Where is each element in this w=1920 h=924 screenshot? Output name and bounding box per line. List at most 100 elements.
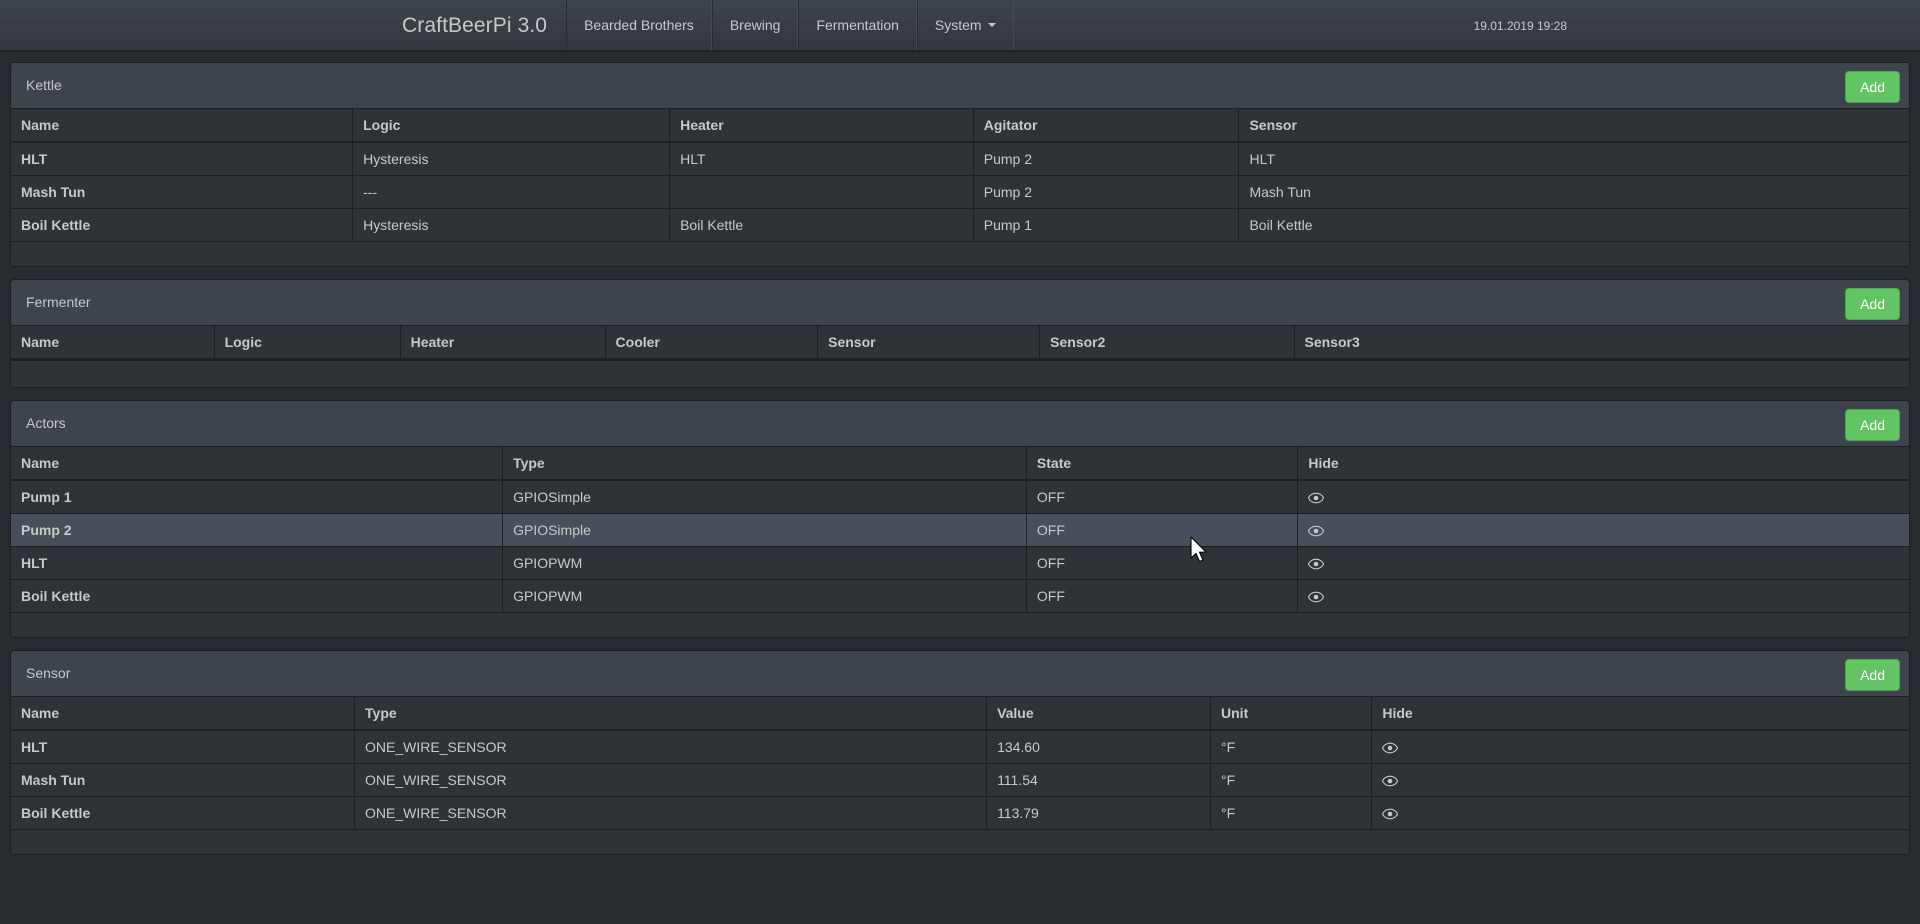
nav-item-label: Brewing (729, 17, 781, 33)
table-row[interactable]: HLT Hysteresis HLT Pump 2 HLT (11, 141, 1909, 176)
top-navbar: CraftBeerPi 3.0 Bearded Brothers Brewing F… (0, 0, 1920, 51)
cell-value: 113.79 (986, 796, 1211, 829)
eye-icon[interactable] (1308, 558, 1325, 570)
cell-name: HLT (11, 546, 503, 580)
table-row[interactable]: Pump 2 GPIOSimple OFF (11, 513, 1909, 547)
eye-icon[interactable] (1308, 591, 1325, 603)
cell-name: Pump 2 (11, 513, 503, 547)
panel-title: Actors (26, 415, 66, 431)
brand-link[interactable]: CraftBeerPi 3.0 (383, 0, 566, 50)
nav-item-fermentation[interactable]: Fermentation (798, 0, 917, 50)
eye-icon[interactable] (1382, 742, 1399, 754)
cell-heater (669, 175, 974, 209)
column-header-name: Name (11, 447, 503, 481)
nav-item-system[interactable]: System (916, 0, 1014, 50)
cell-name: Boil Kettle (11, 796, 355, 829)
hide-toggle-cell[interactable] (1371, 729, 1909, 764)
column-header-type: Type (354, 697, 987, 731)
cell-type: ONE_WIRE_SENSOR (354, 729, 987, 764)
panel-footer (11, 829, 1909, 854)
cell-type: ONE_WIRE_SENSOR (354, 796, 987, 829)
cell-agitator: Pump 2 (972, 175, 1239, 209)
cell-agitator: Pump 2 (972, 141, 1239, 176)
cell-value: 111.54 (986, 763, 1211, 797)
cell-logic: Hysteresis (352, 208, 670, 241)
cell-name: Mash Tun (11, 763, 355, 797)
eye-icon[interactable] (1382, 808, 1399, 820)
table-row[interactable]: HLT ONE_WIRE_SENSOR 134.60 °F (11, 729, 1909, 764)
table-header-row: Name Logic Heater Cooler Sensor Sensor2 Sensor… (11, 326, 1909, 360)
column-header-logic: Logic (352, 109, 670, 143)
page-content: Kettle Add Name Logic Heater Agitator Sensor HL… (0, 51, 1920, 855)
table-header-row: Name Type Value Unit Hide (11, 697, 1909, 731)
panel-footer (11, 360, 1909, 387)
column-header-name: Name (11, 697, 355, 731)
panel-fermenter: Fermenter Add Name Logic Heater Cooler Sensor S… (10, 279, 1910, 388)
nav-item-brewing[interactable]: Brewing (711, 0, 799, 50)
panel-heading-actors: Actors Add (11, 401, 1909, 447)
cell-value: 134.60 (986, 729, 1211, 764)
cell-type: GPIOSimple (502, 513, 1027, 547)
column-header-state: State (1025, 447, 1298, 481)
actors-table: Name Type State Hide Pump 1 GPIOSimple OFF Pump… (11, 447, 1909, 612)
hide-toggle-cell[interactable] (1297, 479, 1909, 514)
panel-title: Sensor (26, 665, 71, 681)
cell-state: OFF (1025, 513, 1298, 547)
table-row[interactable]: Boil Kettle Hysteresis Boil Kettle Pump 1 Bo… (11, 208, 1909, 241)
panel-actors: Actors Add Name Type State Hide Pump 1 GPIOSimp… (10, 400, 1910, 638)
eye-icon[interactable] (1308, 492, 1325, 504)
nav-item-label: System (934, 17, 982, 33)
fermenter-table: Name Logic Heater Cooler Sensor Sensor2 Sensor… (11, 326, 1909, 360)
hide-toggle-cell[interactable] (1297, 579, 1909, 612)
navbar-items: Bearded Brothers Brewing Fermentation Syste… (566, 0, 1014, 50)
cell-state: OFF (1025, 546, 1298, 580)
cell-unit: °F (1210, 763, 1372, 797)
cell-type: ONE_WIRE_SENSOR (354, 763, 987, 797)
table-row[interactable]: Pump 1 GPIOSimple OFF (11, 479, 1909, 514)
panel-footer (11, 612, 1909, 637)
panel-title: Kettle (26, 77, 62, 93)
panels-container: Kettle Add Name Logic Heater Agitator Sensor HL… (10, 62, 1910, 855)
chevron-down-icon (987, 23, 996, 27)
nav-item-label: Bearded Brothers (584, 17, 694, 33)
hide-toggle-cell[interactable] (1297, 513, 1909, 547)
hide-toggle-cell[interactable] (1371, 763, 1909, 797)
cell-sensor: Mash Tun (1238, 175, 1909, 209)
cell-state: OFF (1025, 579, 1298, 612)
navbar-left-spacer (0, 0, 383, 50)
cell-agitator: Pump 1 (972, 208, 1239, 241)
table-row[interactable]: Boil Kettle ONE_WIRE_SENSOR 113.79 °F (11, 796, 1909, 829)
column-header-value: Value (986, 697, 1211, 731)
panel-heading-kettle: Kettle Add (11, 63, 1909, 109)
column-header-hide: Hide (1371, 697, 1909, 731)
cell-logic: --- (352, 175, 670, 209)
cell-sensor: Boil Kettle (1238, 208, 1909, 241)
column-header-heater: Heater (669, 109, 974, 143)
panel-sensor: Sensor Add Name Type Value Unit Hide HLT ONE_WIR… (10, 650, 1910, 855)
eye-icon[interactable] (1382, 775, 1399, 787)
table-header-row: Name Logic Heater Agitator Sensor (11, 109, 1909, 143)
cell-heater: HLT (669, 141, 974, 176)
cell-name: Boil Kettle (11, 579, 503, 612)
eye-icon[interactable] (1308, 525, 1325, 537)
table-row[interactable]: HLT GPIOPWM OFF (11, 546, 1909, 580)
nav-item-bearded-brothers[interactable]: Bearded Brothers (566, 0, 712, 50)
hide-toggle-cell[interactable] (1371, 796, 1909, 829)
navbar-clock: 19.01.2019 19:28 (1473, 18, 1567, 33)
sensor-table: Name Type Value Unit Hide HLT ONE_WIRE_SENSOR 1… (11, 697, 1909, 829)
add-sensor-button[interactable]: Add (1845, 659, 1900, 691)
table-row[interactable]: Mash Tun --- Pump 2 Mash Tun (11, 175, 1909, 209)
add-actors-button[interactable]: Add (1845, 409, 1900, 441)
table-row[interactable]: Boil Kettle GPIOPWM OFF (11, 579, 1909, 612)
column-header-name: Name (11, 109, 353, 143)
add-kettle-button[interactable]: Add (1845, 71, 1900, 103)
table-row[interactable]: Mash Tun ONE_WIRE_SENSOR 111.54 °F (11, 763, 1909, 797)
column-header-unit: Unit (1210, 697, 1372, 731)
column-header-sensor: Sensor (817, 326, 1040, 360)
cell-state: OFF (1025, 479, 1298, 514)
cell-type: GPIOPWM (502, 579, 1027, 612)
cell-unit: °F (1210, 729, 1372, 764)
hide-toggle-cell[interactable] (1297, 546, 1909, 580)
add-fermenter-button[interactable]: Add (1845, 288, 1900, 320)
column-header-hide: Hide (1297, 447, 1909, 481)
